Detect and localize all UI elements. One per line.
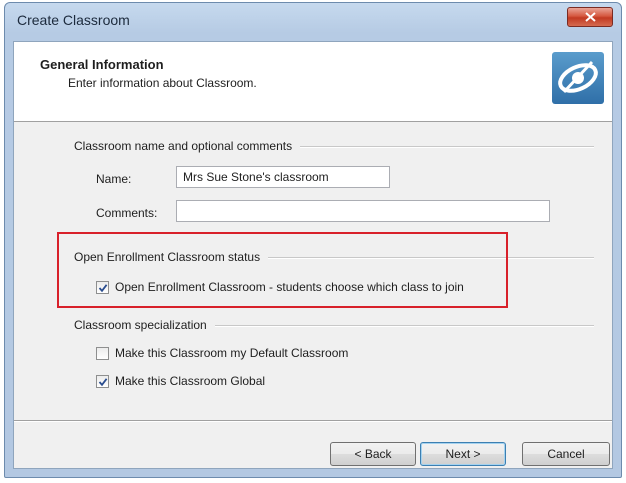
- app-logo-icon: [552, 52, 604, 104]
- cancel-button[interactable]: Cancel: [522, 442, 610, 466]
- close-button[interactable]: [567, 7, 613, 27]
- footer-divider: [14, 420, 612, 422]
- comments-input[interactable]: [176, 200, 550, 222]
- close-icon: [585, 12, 596, 22]
- wizard-header: General Information Enter information ab…: [14, 42, 612, 122]
- default-classroom-checkbox[interactable]: [96, 346, 109, 360]
- back-button[interactable]: < Back: [330, 442, 416, 466]
- group-label-name-comments: Classroom name and optional comments: [74, 139, 301, 153]
- global-classroom-option[interactable]: Make this Classroom Global: [96, 374, 265, 388]
- global-classroom-checkbox[interactable]: [96, 374, 109, 388]
- checkmark-icon: [98, 377, 108, 386]
- dialog-body: General Information Enter information ab…: [13, 41, 613, 469]
- create-classroom-window: Create Classroom General Information Ent…: [4, 2, 622, 478]
- default-classroom-checkbox-label: Make this Classroom my Default Classroom: [115, 346, 349, 360]
- comments-label: Comments:: [96, 206, 158, 220]
- next-button[interactable]: Next >: [420, 442, 506, 466]
- header-title: General Information: [40, 57, 164, 72]
- global-classroom-checkbox-label: Make this Classroom Global: [115, 374, 266, 388]
- default-classroom-option[interactable]: Make this Classroom my Default Classroom: [96, 346, 348, 360]
- window-title: Create Classroom: [17, 12, 130, 28]
- annotation-highlight-box: [57, 232, 508, 308]
- name-input[interactable]: [176, 166, 390, 188]
- header-subtitle: Enter information about Classroom.: [68, 76, 257, 90]
- name-label: Name:: [96, 172, 132, 186]
- title-bar[interactable]: Create Classroom: [5, 3, 621, 35]
- group-label-specialization: Classroom specialization: [74, 318, 215, 332]
